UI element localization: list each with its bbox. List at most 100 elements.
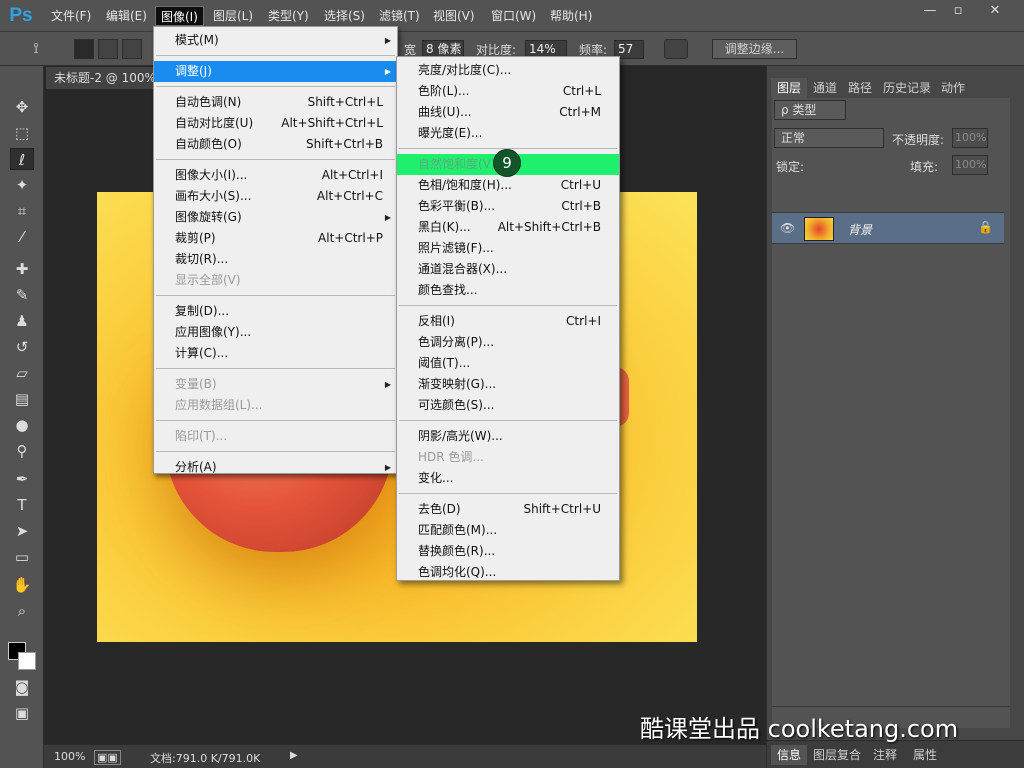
adjust-menu-item-label: 可选颜色(S)... xyxy=(418,398,495,412)
image-menu-item[interactable]: 分析(A) ▶ xyxy=(154,457,397,478)
menu-layer[interactable]: 图层(L) xyxy=(208,6,258,26)
menu-view[interactable]: 视图(V) xyxy=(428,6,480,26)
tab-properties[interactable]: 属性 xyxy=(907,745,943,765)
image-menu-item: 应用数据组(L)... xyxy=(154,395,397,416)
layer-name[interactable]: 背景 xyxy=(848,221,872,238)
menu-help[interactable]: 帮助(H) xyxy=(545,6,597,26)
adjust-menu-item[interactable]: 替换颜色(R)... xyxy=(397,541,619,562)
image-menu-item[interactable]: 自动对比度(U) Alt+Shift+Ctrl+L xyxy=(154,113,397,134)
adjust-menu-item[interactable]: 颜色查找... xyxy=(397,280,619,301)
menu-edit[interactable]: 编辑(E) xyxy=(101,6,152,26)
menu-select[interactable]: 选择(S) xyxy=(319,6,370,26)
adjust-menu-item[interactable]: 曝光度(E)... xyxy=(397,123,619,144)
adjust-menu-item[interactable]: 亮度/对比度(C)... xyxy=(397,60,619,81)
adjust-menu-item[interactable]: 照片滤镜(F)... xyxy=(397,238,619,259)
adjust-menu-item[interactable]: 色调分离(P)... xyxy=(397,332,619,353)
zoom-level[interactable]: 100% xyxy=(54,750,85,763)
zoom-tool-icon[interactable]: ⌕ xyxy=(10,600,34,622)
image-menu-item[interactable]: 图像旋转(G) ▶ xyxy=(154,207,397,228)
adjust-menu-item[interactable]: 反相(I) Ctrl+I xyxy=(397,311,619,332)
image-menu-item[interactable]: 画布大小(S)... Alt+Ctrl+C xyxy=(154,186,397,207)
crop-tool-icon[interactable]: ⌗ xyxy=(10,200,34,222)
status-menu-arrow-icon[interactable]: ▶ xyxy=(290,750,298,761)
opacity-field[interactable]: 100% xyxy=(952,128,988,148)
eyedropper-icon[interactable]: ⁄ xyxy=(10,226,34,248)
menu-image[interactable]: 图像(I) xyxy=(155,6,204,26)
healing-brush-icon[interactable]: ✚ xyxy=(10,258,34,280)
image-menu-item[interactable]: 模式(M) ▶ xyxy=(154,30,397,51)
tab-actions[interactable]: 动作 xyxy=(935,78,971,98)
visibility-eye-icon[interactable]: 👁 xyxy=(780,221,795,235)
layer-filter-select[interactable]: ρ 类型 xyxy=(774,100,846,120)
image-menu-item[interactable]: 调整(J) ▶ xyxy=(154,61,397,82)
tab-layer-comps[interactable]: 图层复合 xyxy=(807,745,867,765)
tab-paths[interactable]: 路径 xyxy=(842,78,878,98)
image-menu-item[interactable]: 复制(D)... xyxy=(154,301,397,322)
menu-shortcut: Ctrl+B xyxy=(561,199,601,213)
marquee-tool-icon[interactable]: ⬚ xyxy=(10,122,34,144)
adjust-menu-item[interactable]: 变化... xyxy=(397,468,619,489)
eraser-icon[interactable]: ▱ xyxy=(10,362,34,384)
menu-window[interactable]: 窗口(W) xyxy=(486,6,541,26)
fill-field[interactable]: 100% xyxy=(952,155,988,175)
quick-mask-icon[interactable]: ◙ xyxy=(10,676,34,698)
adjust-menu-item[interactable]: 可选颜色(S)... xyxy=(397,395,619,416)
status-options-icon[interactable]: ▣▣ xyxy=(94,750,121,765)
add-selection-button[interactable] xyxy=(98,39,118,59)
image-menu-item[interactable]: 计算(C)... xyxy=(154,343,397,364)
layer-row[interactable]: 👁 背景 🔒 xyxy=(772,212,1004,244)
adjust-menu-item[interactable]: 色彩平衡(B)... Ctrl+B xyxy=(397,196,619,217)
type-tool-icon[interactable]: T xyxy=(10,494,34,516)
brush-tool-icon[interactable]: ✎ xyxy=(10,284,34,306)
adjust-menu-item[interactable]: 去色(D) Shift+Ctrl+U xyxy=(397,499,619,520)
tab-channels[interactable]: 通道 xyxy=(807,78,843,98)
adjust-menu-item[interactable]: 曲线(U)... Ctrl+M xyxy=(397,102,619,123)
adjust-menu-item[interactable]: 渐变映射(G)... xyxy=(397,374,619,395)
tab-info[interactable]: 信息 xyxy=(771,745,808,765)
adjust-menu-item[interactable]: 色调均化(Q)... xyxy=(397,562,619,583)
history-brush-icon[interactable]: ↺ xyxy=(10,336,34,358)
blend-mode-select[interactable]: 正常 xyxy=(774,128,884,148)
image-menu-item[interactable]: 图像大小(I)... Alt+Ctrl+I xyxy=(154,165,397,186)
adjust-menu-item[interactable]: 阴影/高光(W)... xyxy=(397,426,619,447)
image-menu-item[interactable]: 裁剪(P) Alt+Ctrl+P xyxy=(154,228,397,249)
tablet-pressure-icon[interactable] xyxy=(664,39,688,59)
path-select-icon[interactable]: ➤ xyxy=(10,520,34,542)
adjust-menu-item[interactable]: 黑白(K)... Alt+Shift+Ctrl+B xyxy=(397,217,619,238)
new-selection-button[interactable] xyxy=(74,39,94,59)
hand-tool-icon[interactable]: ✋ xyxy=(10,574,34,596)
menu-filter[interactable]: 滤镜(T) xyxy=(374,6,425,26)
magic-wand-icon[interactable]: ✦ xyxy=(10,174,34,196)
adjust-menu-item[interactable]: 匹配颜色(M)... xyxy=(397,520,619,541)
image-menu-item[interactable]: 自动色调(N) Shift+Ctrl+L xyxy=(154,92,397,113)
clone-stamp-icon[interactable]: ♟ xyxy=(10,310,34,332)
move-tool-icon[interactable]: ✥ xyxy=(10,96,34,118)
menu-type[interactable]: 类型(Y) xyxy=(263,6,314,26)
subtract-selection-button[interactable] xyxy=(122,39,142,59)
magnetic-lasso-icon[interactable]: ⟟ xyxy=(24,37,48,59)
close-icon[interactable]: ✕ xyxy=(978,2,1012,20)
minimize-icon[interactable]: — xyxy=(916,2,944,20)
screen-mode-icon[interactable]: ▣ xyxy=(10,702,34,724)
tab-layers[interactable]: 图层 xyxy=(771,78,808,98)
shape-tool-icon[interactable]: ▭ xyxy=(10,546,34,568)
image-menu-item[interactable]: 裁切(R)... xyxy=(154,249,397,270)
refine-edge-button[interactable]: 调整边缘... xyxy=(712,39,797,59)
tab-notes[interactable]: 注释 xyxy=(867,745,903,765)
gradient-tool-icon[interactable]: ▤ xyxy=(10,388,34,410)
menu-file[interactable]: 文件(F) xyxy=(46,6,96,26)
blur-tool-icon[interactable]: ● xyxy=(10,414,34,436)
adjust-menu-item[interactable]: 阈值(T)... xyxy=(397,353,619,374)
maximize-icon[interactable]: ▫ xyxy=(944,2,972,20)
image-menu-item[interactable]: 自动颜色(O) Shift+Ctrl+B xyxy=(154,134,397,155)
tab-history[interactable]: 历史记录 xyxy=(877,78,937,98)
adjust-menu-item[interactable]: 色相/饱和度(H)... Ctrl+U xyxy=(397,175,619,196)
image-menu-item[interactable]: 应用图像(Y)... xyxy=(154,322,397,343)
adjust-menu-item[interactable]: 色阶(L)... Ctrl+L xyxy=(397,81,619,102)
lasso-tool-icon[interactable]: ℓ xyxy=(10,148,34,170)
background-color-swatch[interactable] xyxy=(18,652,36,670)
dodge-tool-icon[interactable]: ⚲ xyxy=(10,440,34,462)
pen-tool-icon[interactable]: ✒ xyxy=(10,468,34,490)
document-tab[interactable]: 未标题-2 @ 100% xyxy=(46,67,166,89)
adjust-menu-item[interactable]: 通道混合器(X)... xyxy=(397,259,619,280)
